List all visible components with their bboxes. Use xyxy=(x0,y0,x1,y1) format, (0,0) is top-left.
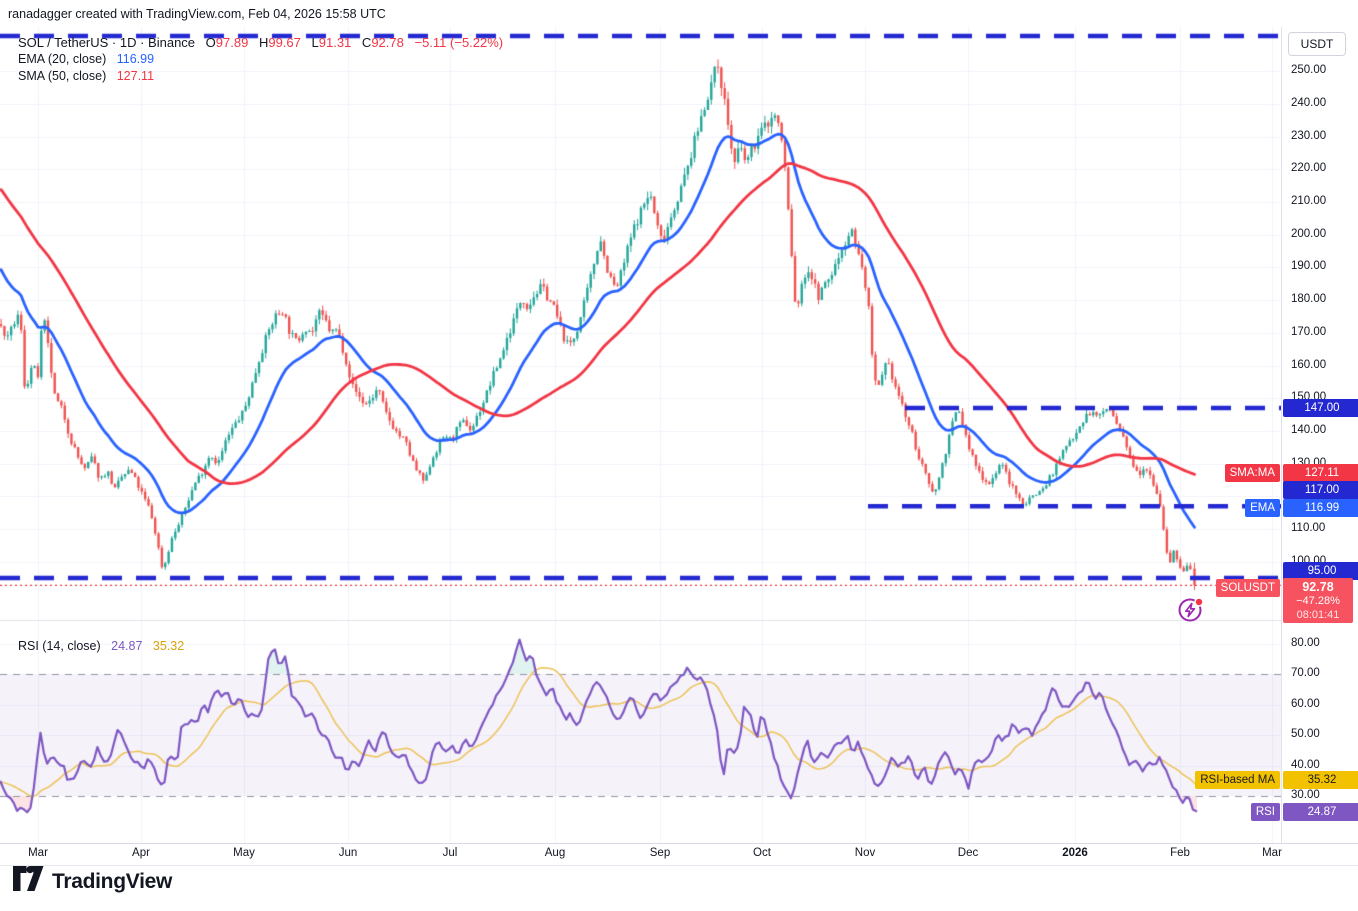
rsi-tick: 80.00 xyxy=(1291,637,1320,649)
time-axis[interactable]: Mar Apr May Jun Jul Aug Sep Oct Nov Dec 2026 Feb Mar xyxy=(0,843,1358,866)
open-label: O xyxy=(206,35,216,50)
snapshot-watermark: ranadagger created with TradingView.com,… xyxy=(8,7,386,21)
time-axis-label: May xyxy=(233,847,255,859)
price-axis[interactable]: 250.00 240.00 230.00 220.00 210.00 200.00 190.… xyxy=(1281,27,1358,864)
high-label: H xyxy=(259,35,268,50)
tradingview-logo-text: TradingView xyxy=(52,870,172,894)
time-axis-label: Aug xyxy=(545,847,565,859)
bar-countdown: 08:01:41 xyxy=(1297,608,1340,622)
high-value: 99.67 xyxy=(268,35,301,50)
time-axis-label: Sep xyxy=(650,847,670,859)
price-tick: 160.00 xyxy=(1291,359,1326,371)
rsi-tick: 30.00 xyxy=(1291,789,1320,801)
price-tick: 240.00 xyxy=(1291,97,1326,109)
chart-canvas[interactable] xyxy=(0,0,1358,911)
symbol-title: SOL / TetherUS · 1D · Binance xyxy=(18,35,195,50)
change-percent-value: −47.28% xyxy=(1296,594,1340,608)
rsi-legend-value: 24.87 xyxy=(111,639,142,653)
rsi-value-label: 24.87 xyxy=(1283,803,1358,821)
time-axis-label: Dec xyxy=(958,847,978,859)
rsi-ma-legend-value: 35.32 xyxy=(153,639,184,653)
price-tick: 210.00 xyxy=(1291,195,1326,207)
time-axis-label: Apr xyxy=(132,847,150,859)
currency-toggle-button[interactable]: USDT xyxy=(1288,32,1346,56)
time-axis-label: Mar xyxy=(28,847,48,859)
time-axis-label: Oct xyxy=(753,847,771,859)
rsi-tick: 70.00 xyxy=(1291,667,1320,679)
time-axis-label: Jun xyxy=(339,847,358,859)
sma-legend: SMA (50, close) 127.11 xyxy=(18,69,154,83)
tradingview-logo-icon xyxy=(13,866,44,897)
rsi-tag: RSI xyxy=(1251,803,1280,821)
rsi-ma-value-label: 35.32 xyxy=(1283,771,1358,789)
rsi-ma-tag: RSI-based MA xyxy=(1195,771,1280,789)
ema-legend-value: 116.99 xyxy=(117,52,154,66)
price-tick: 220.00 xyxy=(1291,162,1326,174)
time-axis-label: Feb xyxy=(1170,847,1190,859)
ema-tag: EMA xyxy=(1245,499,1280,517)
time-axis-label: Mar xyxy=(1262,847,1282,859)
last-price-label: 92.78 −47.28% 08:01:41 xyxy=(1283,578,1353,623)
sma-legend-value: 127.11 xyxy=(117,69,154,83)
close-value: 92.78 xyxy=(371,35,404,50)
rsi-legend: RSI (14, close) 24.87 35.32 xyxy=(18,639,184,653)
level-117-label: 117.00 xyxy=(1283,481,1358,499)
sma-tag: SMA:MA xyxy=(1225,464,1280,482)
symbol-legend: SOL / TetherUS · 1D · Binance O97.89 H99… xyxy=(18,35,503,50)
time-axis-label: Nov xyxy=(855,847,875,859)
tradingview-snapshot: ranadagger created with TradingView.com,… xyxy=(0,0,1358,911)
price-tick: 190.00 xyxy=(1291,260,1326,272)
flash-boost-icon[interactable] xyxy=(1176,594,1206,624)
sma-legend-label: SMA (50, close) xyxy=(18,69,106,83)
rsi-tick: 60.00 xyxy=(1291,698,1320,710)
price-tick: 230.00 xyxy=(1291,130,1326,142)
last-price-value: 92.78 xyxy=(1302,580,1333,594)
rsi-tick: 50.00 xyxy=(1291,728,1320,740)
time-axis-label: Jul xyxy=(443,847,458,859)
ema-legend: EMA (20, close) 116.99 xyxy=(18,52,154,66)
price-tick: 170.00 xyxy=(1291,326,1326,338)
low-label: L xyxy=(312,35,319,50)
tradingview-logo[interactable]: TradingView xyxy=(13,866,172,897)
price-tick: 180.00 xyxy=(1291,293,1326,305)
close-label: C xyxy=(362,35,371,50)
sma-value-label: 127.11 xyxy=(1283,464,1358,482)
price-tick: 200.00 xyxy=(1291,228,1326,240)
change-value: −5.11 (−5.22%) xyxy=(414,35,503,50)
low-value: 91.31 xyxy=(319,35,352,50)
symbol-tag: SOLUSDT xyxy=(1216,579,1280,597)
open-value: 97.89 xyxy=(216,35,249,50)
time-axis-label: 2026 xyxy=(1062,847,1088,859)
price-tick: 250.00 xyxy=(1291,64,1326,76)
rsi-tick: 40.00 xyxy=(1291,759,1320,771)
price-tick: 110.00 xyxy=(1291,522,1325,534)
price-tick: 140.00 xyxy=(1291,424,1326,436)
ema-value-label: 116.99 xyxy=(1283,499,1358,517)
ema-legend-label: EMA (20, close) xyxy=(18,52,106,66)
level-147-label: 147.00 xyxy=(1283,399,1358,417)
rsi-legend-label: RSI (14, close) xyxy=(18,639,101,653)
